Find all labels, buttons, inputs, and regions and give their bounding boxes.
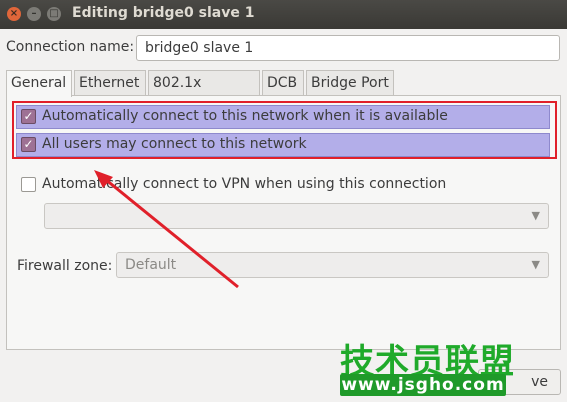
tab-8021x-security[interactable]: 802.1x Security: [148, 70, 260, 115]
tab-dcb[interactable]: DCB: [262, 70, 304, 96]
connection-name-label: Connection name:: [6, 39, 135, 55]
firewall-zone-select[interactable]: Default ▼: [116, 252, 549, 278]
annotation-box: [12, 101, 557, 159]
firewall-zone-value: Default: [125, 257, 177, 273]
vpn-select[interactable]: ▼: [44, 203, 549, 229]
minimize-icon[interactable]: –: [27, 7, 41, 21]
tab-ethernet[interactable]: Ethernet: [74, 70, 146, 96]
chevron-down-icon: ▼: [531, 258, 540, 271]
maximize-icon[interactable]: □: [47, 7, 61, 21]
watermark-url: www.jsgho.com: [340, 374, 506, 396]
chevron-down-icon: ▼: [531, 209, 540, 222]
vpn-label: Automatically connect to VPN when using …: [42, 176, 447, 192]
window-title: Editing bridge0 slave 1: [72, 5, 255, 21]
tab-general[interactable]: General: [6, 70, 72, 97]
tab-bridge-port[interactable]: Bridge Port: [306, 70, 394, 96]
vpn-checkbox[interactable]: [21, 177, 36, 192]
close-icon[interactable]: ×: [7, 7, 21, 21]
firewall-zone-label: Firewall zone:: [17, 258, 113, 274]
title-bar: × – □ Editing bridge0 slave 1: [0, 0, 567, 29]
connection-name-input[interactable]: bridge0 slave 1: [136, 35, 560, 61]
